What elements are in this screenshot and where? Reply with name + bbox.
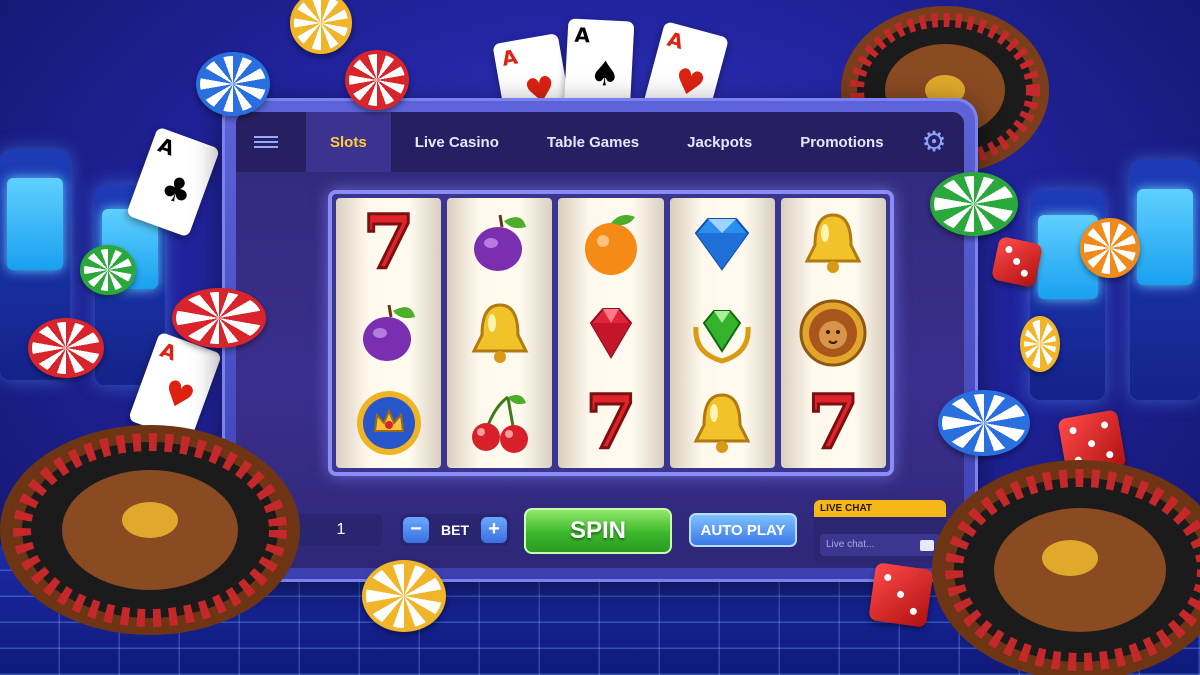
slot-machine-right-2 [1130,160,1200,400]
seven-symbol: 7 [584,380,638,466]
tab-slots[interactable]: Slots [306,112,391,172]
plum-symbol [461,204,539,282]
tablet-device: Slots Live Casino Table Games Jackpots P… [222,98,978,582]
casino-chip-orange [1080,218,1140,278]
tab-table-games[interactable]: Table Games [523,112,663,172]
plum-symbol [350,294,428,372]
casino-chip-red [345,50,409,110]
spin-button[interactable]: SPIN [524,508,672,554]
reel-2 [447,198,553,468]
casino-chip-gold-3 [362,560,446,632]
casino-chip-green [80,245,136,295]
bell-symbol [683,384,761,462]
seven-symbol: 7 [361,200,415,286]
orange-symbol [572,204,650,282]
bet-label: BET [441,522,469,538]
slot-reels: 7 7 7 [328,190,894,476]
category-tabs: Slots Live Casino Table Games Jackpots P… [306,112,908,172]
lines-value: 1 [336,521,346,538]
emerald-laurel-symbol [683,294,761,372]
live-chat-header: LIVE CHAT [814,500,946,517]
bet-minus-button[interactable]: − [403,517,429,543]
casino-chip-red-3 [28,318,104,378]
tab-jackpots[interactable]: Jackpots [663,112,776,172]
autoplay-button[interactable]: AUTO PLAY [689,513,797,547]
bell-symbol [794,204,872,282]
reel-3: 7 [558,198,664,468]
bet-stepper: − BET + [400,514,510,546]
seven-symbol: 7 [806,380,860,466]
casino-chip-red-2 [172,288,266,348]
red-die [990,235,1044,289]
gear-icon[interactable]: ⚙ [920,128,948,156]
lion-medallion-symbol [794,294,872,372]
reel-1: 7 [336,198,442,468]
diamond-symbol [683,204,761,282]
casino-chip-green-2 [930,172,1018,236]
casino-chip-blue [196,52,270,116]
casino-app-screen: Slots Live Casino Table Games Jackpots P… [236,112,964,568]
bell-symbol [461,294,539,372]
tab-live-casino[interactable]: Live Casino [391,112,523,172]
top-navigation-bar: Slots Live Casino Table Games Jackpots P… [236,112,964,172]
live-chat-panel: LIVE CHAT Live chat... [814,500,946,562]
cherries-symbol [461,384,539,462]
casino-chip-gold-2 [1020,316,1060,372]
control-panel: − 1 − BET + SPIN AUTO PLAY LIVE CHAT Liv… [236,494,964,568]
bet-plus-button[interactable]: + [481,517,507,543]
ruby-symbol [572,294,650,372]
reel-5: 7 [780,198,887,468]
roulette-wheel-bottom-right [932,460,1200,675]
tab-promotions[interactable]: Promotions [776,112,907,172]
crown-badge-symbol [350,384,428,462]
hamburger-menu-icon[interactable] [236,112,296,172]
red-die-3 [868,562,934,628]
reel-4 [669,198,775,468]
roulette-wheel-bottom-left [0,425,300,635]
